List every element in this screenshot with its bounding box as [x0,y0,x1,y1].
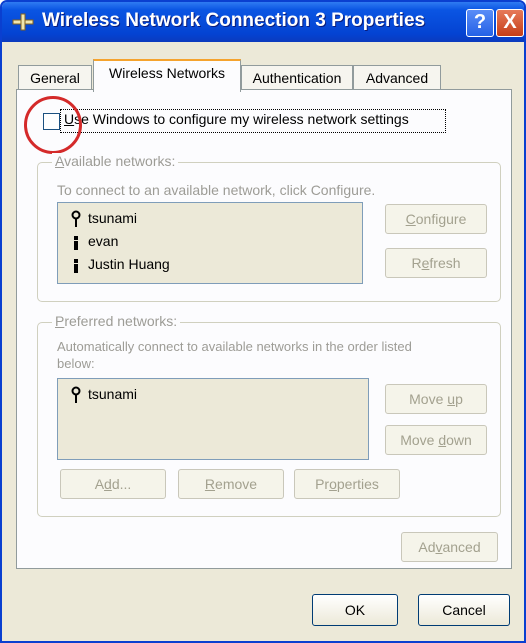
available-heading-text: vailable networks: [64,153,176,169]
red-highlight-circle [24,96,82,154]
window-title: Wireless Network Connection 3 Properties [42,10,426,31]
add-button[interactable]: Add... [60,469,166,499]
preferred-heading-text: referred networks: [64,313,178,329]
adhoc-network-icon [74,259,78,274]
tab-authentication[interactable]: Authentication [241,65,353,90]
move-down-text-2: own [446,432,472,448]
remove-button[interactable]: Remove [178,469,284,499]
tab-advanced[interactable]: Advanced [353,65,441,90]
available-heading-mnemonic: A [55,153,65,169]
tab-general[interactable]: General [18,65,92,90]
available-networks-list[interactable]: tsunami evan Justin Huang [57,202,363,284]
wireless-antenna-icon [71,386,81,404]
configure-text: onfigure [415,211,467,227]
move-up-text-2: p [455,391,463,407]
cancel-button[interactable]: Cancel [418,594,510,626]
preferred-heading-mnemonic: P [55,313,65,329]
move-up-mnemonic: u [447,391,456,407]
network-connection-icon [12,13,34,31]
list-item[interactable]: tsunami [68,207,137,229]
advanced-text-2: anced [442,539,481,555]
configure-mnemonic: C [405,211,416,227]
move-down-button[interactable]: Move down [385,425,487,455]
preferred-description-line2: below: [57,356,95,371]
preferred-description-line1: Automatically connect to available netwo… [57,339,412,354]
tab-wireless-networks[interactable]: Wireless Networks [93,59,241,92]
available-networks-heading: Available networks: [52,153,179,169]
help-button[interactable]: ? [466,9,494,37]
list-item[interactable]: Justin Huang [68,253,170,275]
move-up-text-1: Move [409,391,448,407]
add-text-1: A [94,476,105,492]
properties-text-1: Pr [315,476,330,492]
advanced-text-1: Ad [418,539,436,555]
preferred-networks-list[interactable]: tsunami [57,378,369,460]
use-windows-label[interactable]: Use Windows to configure my wireless net… [64,111,409,127]
list-item[interactable]: evan [68,230,118,252]
preferred-networks-heading: Preferred networks: [52,313,181,329]
checkbox-label-text: se Windows to configure my wireless netw… [74,111,409,127]
list-item[interactable]: tsunami [68,383,137,405]
add-mnemonic: d [104,476,112,492]
properties-button[interactable]: Properties [294,469,400,499]
configure-button[interactable]: Configure [385,204,487,234]
remove-mnemonic: R [204,476,216,492]
adhoc-network-icon [74,236,78,251]
network-name: Justin Huang [88,256,170,272]
refresh-button[interactable]: Refresh [385,248,487,278]
properties-mnemonic: o [329,476,337,492]
move-down-mnemonic: d [438,432,447,448]
advanced-button[interactable]: Advanced [401,532,498,562]
network-name: tsunami [88,386,138,402]
close-button[interactable]: X [496,9,524,37]
move-up-button[interactable]: Move up [385,384,487,414]
refresh-text-2: fresh [429,255,461,271]
network-name: tsunami [88,210,138,226]
add-text-2: d... [111,476,132,492]
refresh-text-1: R [411,255,422,271]
move-down-text-1: Move [400,432,439,448]
available-networks-description: To connect to an available network, clic… [57,182,376,198]
wireless-antenna-icon [71,210,81,228]
properties-text-2: perties [336,476,379,492]
ok-button[interactable]: OK [312,594,398,626]
network-name: evan [88,233,119,249]
properties-dialog: Wireless Network Connection 3 Properties… [0,0,526,643]
remove-text: emove [215,476,258,492]
title-bar[interactable]: Wireless Network Connection 3 Properties… [2,2,524,42]
